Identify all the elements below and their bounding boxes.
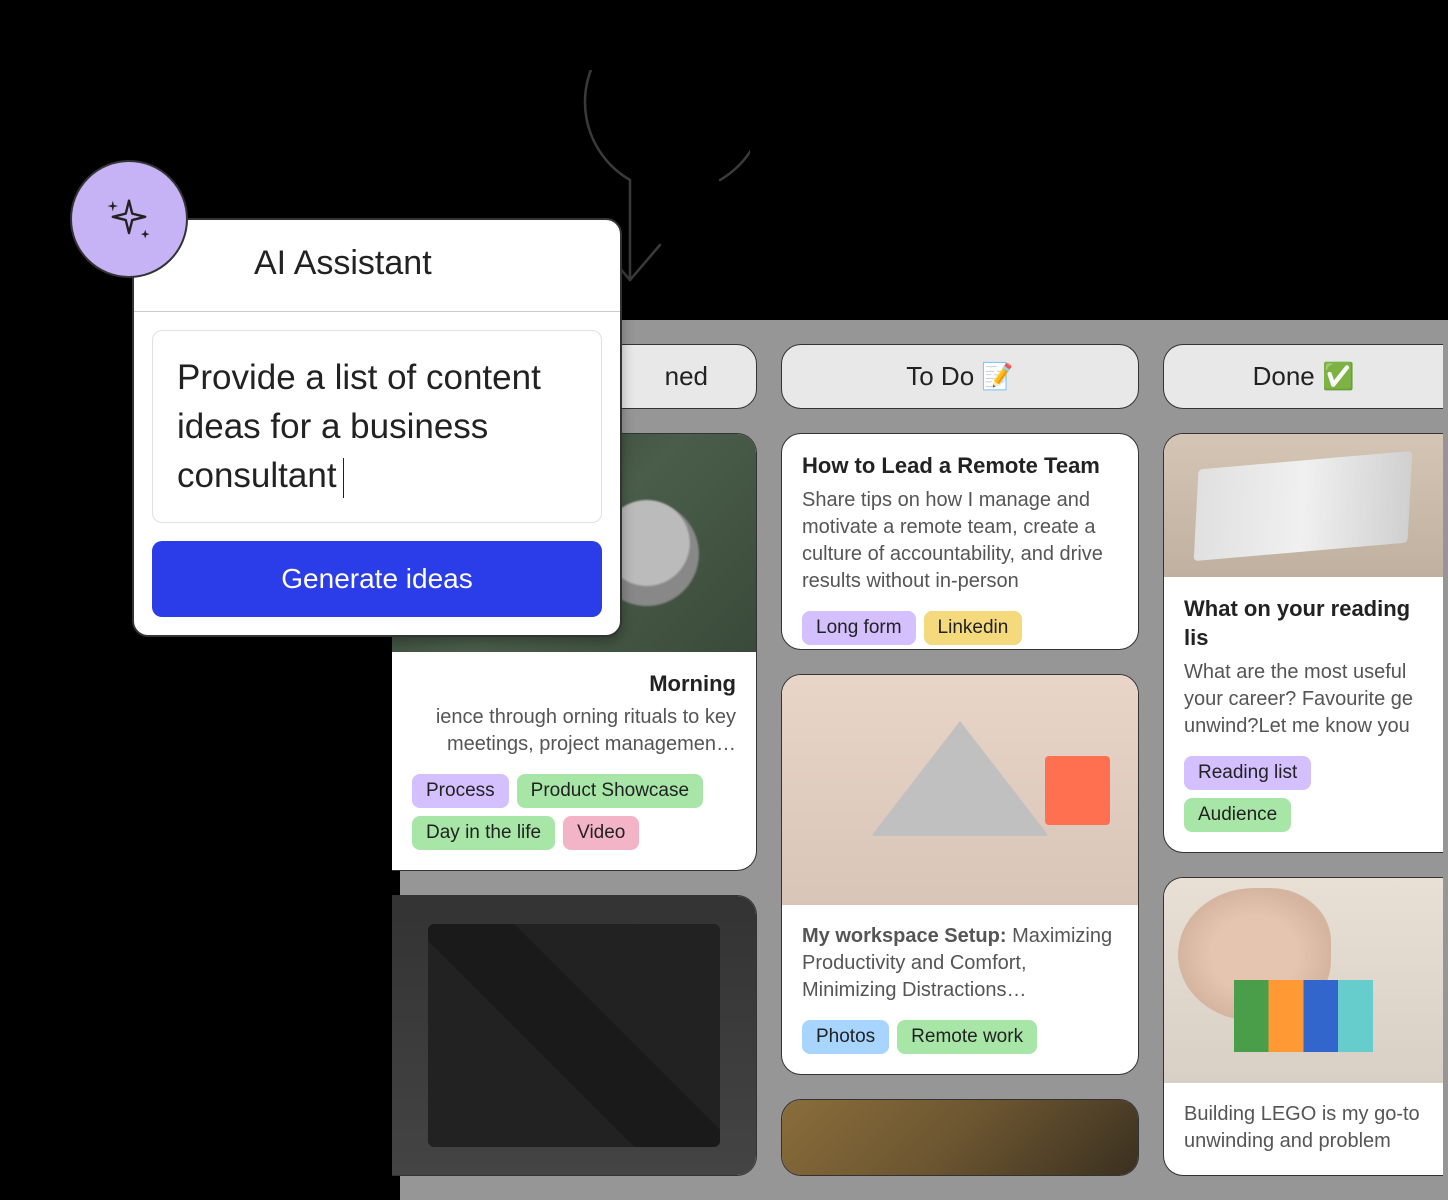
tag[interactable]: Day in the life [412,816,555,850]
card-title-inline: My workspace Setup: [802,925,1007,947]
card-title: What on your reading lis [1184,595,1423,652]
card-description: What are the most useful your career? Fa… [1184,659,1423,740]
card-image-placeholder [392,896,756,1175]
kanban-card[interactable]: My workspace Setup: Maximizing Productiv… [781,674,1139,1076]
tag[interactable]: Photos [802,1020,889,1054]
card-tags: Process Product Showcase Day in the life… [412,774,736,850]
kanban-column-done: Done ✅ What on your reading lis What are… [1163,344,1443,1176]
kanban-card[interactable]: What on your reading lis What are the mo… [1163,433,1443,853]
card-image-placeholder [782,675,1138,906]
card-content: My workspace Setup: Maximizing Productiv… [782,905,1138,1074]
tag[interactable]: Long form [802,611,916,645]
tag[interactable]: Process [412,774,509,808]
card-image-placeholder [782,1100,1138,1175]
tag[interactable]: Video [563,816,639,850]
tag[interactable]: Product Showcase [517,774,703,808]
card-content: How to Lead a Remote Team Share tips on … [782,434,1138,650]
card-content: Morning ience through orning rituals to … [392,652,756,871]
tag[interactable]: Audience [1184,798,1291,832]
kanban-card[interactable] [392,895,757,1176]
card-description: Share tips on how I manage and motivate … [802,487,1118,595]
kanban-card[interactable]: How to Lead a Remote Team Share tips on … [781,433,1139,650]
card-image-placeholder [1164,878,1443,1083]
card-description: Building LEGO is my go-to unwinding and … [1184,1101,1423,1155]
ai-modal-title: AI Assistant [134,220,620,312]
card-title: How to Lead a Remote Team [802,452,1118,481]
kanban-card[interactable]: Building LEGO is my go-to unwinding and … [1163,877,1443,1176]
tag[interactable]: Reading list [1184,756,1311,790]
column-header: To Do 📝 [781,344,1139,409]
ai-modal-body: Provide a list of content ideas for a bu… [134,312,620,635]
card-description: ience through orning rituals to key meet… [412,704,736,758]
card-tags: Reading list Audience [1184,756,1423,832]
ai-assistant-modal: AI Assistant Provide a list of content i… [132,218,622,637]
tag[interactable]: Remote work [897,1020,1037,1054]
card-image-placeholder [1164,434,1443,577]
ai-prompt-input[interactable]: Provide a list of content ideas for a bu… [152,330,602,523]
card-tags: Long form Linkedin [802,611,1118,645]
text-cursor [343,458,345,498]
ai-sparkle-icon [70,160,188,278]
card-title: Morning [412,670,736,699]
tag[interactable]: Linkedin [924,611,1023,645]
kanban-column-todo: To Do 📝 How to Lead a Remote Team Share … [781,344,1139,1176]
column-header: Done ✅ [1163,344,1443,409]
generate-ideas-button[interactable]: Generate ideas [152,541,602,617]
card-tags: Photos Remote work [802,1020,1118,1054]
kanban-card[interactable] [781,1099,1139,1176]
card-description: My workspace Setup: Maximizing Productiv… [802,923,1118,1004]
card-content: What on your reading lis What are the mo… [1164,577,1443,851]
card-content: Building LEGO is my go-to unwinding and … [1164,1083,1443,1175]
